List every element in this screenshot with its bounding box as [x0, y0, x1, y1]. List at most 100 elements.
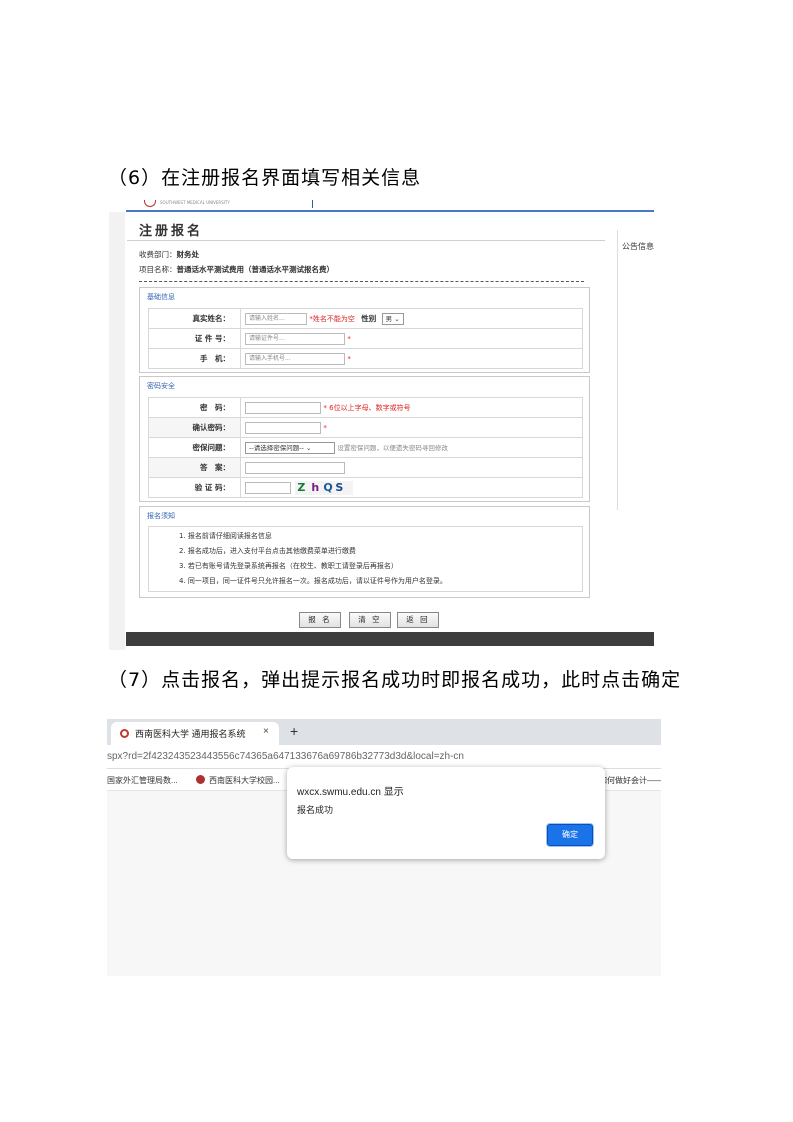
- password-row: 密 码： * 6位以上字母、数字或符号: [148, 397, 583, 418]
- bookmark-item[interactable]: 如何做好会计——...: [599, 775, 661, 786]
- captcha-image[interactable]: Z h Q S: [295, 480, 354, 495]
- confirm-required-mark: *: [323, 423, 327, 432]
- name-hint: *姓名不能为空: [309, 314, 355, 323]
- bookmark-item[interactable]: 国家外汇管理局数...: [107, 775, 178, 786]
- announcement-panel: 公告信息: [617, 230, 654, 510]
- captcha-label: 验 证 码：: [148, 477, 241, 498]
- tab-strip: 西南医科大学 通用报名系统 × +: [107, 719, 661, 745]
- site-header: SOUTHWEST MEDICAL UNIVERSITY: [126, 200, 654, 210]
- confirm-cell: *: [240, 417, 583, 438]
- name-input[interactable]: 请输入姓名...: [245, 312, 307, 325]
- notice-item: 2. 报名成功后，进入支付平台点击其他缴费菜单进行缴费: [179, 547, 356, 555]
- phone-required-mark: *: [347, 354, 351, 363]
- tab-title: 西南医科大学 通用报名系统: [135, 729, 246, 739]
- captcha-char: S: [335, 480, 344, 494]
- browser-screenshot: 西南医科大学 通用报名系统 × + spx?rd=2f4232435234435…: [107, 719, 661, 976]
- basic-info-legend: 基础信息: [147, 293, 175, 301]
- confirm-row: 确认密码： *: [148, 417, 583, 438]
- chevron-down-icon: ⌄: [394, 314, 400, 323]
- dept-label: 收费部门：: [139, 250, 177, 259]
- id-row: 证 件 号： 请输证件号... *: [148, 328, 583, 349]
- alert-dialog: wxcx.swmu.edu.cn 显示 报名成功 确定: [287, 767, 605, 859]
- title-divider: [127, 240, 605, 241]
- registration-screenshot: SOUTHWEST MEDICAL UNIVERSITY 注册报名 公告信息 收…: [109, 200, 654, 662]
- dept-line: 收费部门：财务处: [139, 249, 199, 260]
- project-label: 项目名称：: [139, 265, 177, 274]
- answer-label: 答 案：: [148, 457, 241, 478]
- captcha-input[interactable]: [245, 481, 291, 494]
- security-legend: 密码安全: [147, 382, 175, 390]
- captcha-char: h: [311, 480, 320, 494]
- password-label: 密 码：: [148, 397, 241, 418]
- clear-button[interactable]: 清 空: [349, 612, 391, 628]
- notice-item: 3. 若已有账号请先登录系统再报名（在校生、教职工请登录后再报名）: [179, 562, 398, 570]
- answer-row: 答 案：: [148, 457, 583, 478]
- step7-heading: （7）点击报名，弹出提示报名成功时即报名成功，此时点击确定: [108, 669, 682, 691]
- captcha-cell: Z h Q S: [240, 477, 583, 498]
- gender-value: 男: [385, 314, 393, 323]
- basic-info-section: 基础信息 真实姓名： 请输入姓名... *姓名不能为空 性别 男 ⌄ 证 件 号…: [139, 287, 590, 373]
- dialog-title: wxcx.swmu.edu.cn 显示: [297, 787, 404, 798]
- id-cell: 请输证件号... *: [240, 328, 583, 349]
- question-value: --请选择密保问题--: [249, 443, 304, 452]
- password-cell: * 6位以上字母、数字或符号: [240, 397, 583, 418]
- university-bookmark-icon: [196, 775, 205, 784]
- step6-heading: （6）在注册报名界面填写相关信息: [108, 167, 422, 189]
- back-button[interactable]: 返 回: [397, 612, 439, 628]
- phone-input[interactable]: 请输入手机号...: [245, 352, 345, 365]
- gender-select[interactable]: 男 ⌄: [381, 312, 404, 325]
- dialog-message: 报名成功: [297, 805, 334, 815]
- address-bar[interactable]: spx?rd=2f423243523443556c74365a647133676…: [107, 745, 661, 769]
- question-hint: 设置密保问题，以便遗失密码寻回修改: [337, 443, 448, 452]
- answer-input[interactable]: [245, 461, 345, 474]
- new-tab-icon[interactable]: +: [290, 723, 298, 739]
- header-rule: [126, 210, 654, 212]
- name-label: 真实姓名：: [148, 308, 241, 329]
- submit-button[interactable]: 报 名: [299, 612, 341, 628]
- notice-item: 4. 同一项目，同一证件号只允许报名一次。报名成功后，请以证件号作为用户名登录。: [179, 577, 447, 585]
- confirm-password-input[interactable]: [245, 421, 321, 434]
- security-question-select[interactable]: --请选择密保问题-- ⌄: [245, 441, 335, 454]
- url-text: spx?rd=2f423243523443556c74365a647133676…: [107, 751, 464, 762]
- name-cell: 请输入姓名... *姓名不能为空 性别 男 ⌄: [240, 308, 583, 329]
- password-hint-text: * 6位以上字母、数字或符号: [323, 403, 411, 412]
- logo-text: SOUTHWEST MEDICAL UNIVERSITY: [160, 200, 230, 205]
- notice-legend: 报名须知: [147, 512, 175, 520]
- answer-cell: [240, 457, 583, 478]
- bookmark-item[interactable]: 西南医科大学校园...: [209, 775, 280, 786]
- id-required-mark: *: [347, 334, 351, 343]
- question-cell: --请选择密保问题-- ⌄ 设置密保问题，以便遗失密码寻回修改: [240, 437, 583, 458]
- left-margin-strip: [109, 212, 125, 650]
- password-input[interactable]: [245, 401, 321, 414]
- page-title: 注册报名: [139, 224, 204, 239]
- phone-cell: 请输入手机号... *: [240, 348, 583, 369]
- ok-button[interactable]: 确定: [547, 824, 593, 846]
- close-icon[interactable]: ×: [263, 726, 269, 737]
- confirm-label: 确认密码：: [148, 417, 241, 438]
- notice-list: 1. 报名前请仔细阅读报名信息 2. 报名成功后，进入支付平台点击其他缴费菜单进…: [148, 526, 583, 592]
- dept-value: 财务处: [176, 250, 200, 259]
- browser-tab[interactable]: 西南医科大学 通用报名系统 ×: [111, 722, 279, 745]
- notice-section: 报名须知 1. 报名前请仔细阅读报名信息 2. 报名成功后，进入支付平台点击其他…: [139, 506, 590, 598]
- notice-item: 1. 报名前请仔细阅读报名信息: [179, 532, 272, 540]
- question-row: 密保问题： --请选择密保问题-- ⌄ 设置密保问题，以便遗失密码寻回修改: [148, 437, 583, 458]
- security-section: 密码安全 密 码： * 6位以上字母、数字或符号 确认密码： * 密保问题： -…: [139, 376, 590, 502]
- university-favicon-icon: [120, 729, 129, 738]
- gender-label: 性别: [361, 313, 377, 323]
- captcha-char: Q: [323, 480, 333, 494]
- captcha-char: Z: [297, 480, 306, 494]
- password-hint: * 6位以上字母、数字或符号: [323, 404, 410, 412]
- id-input[interactable]: 请输证件号...: [245, 332, 345, 345]
- name-row: 真实姓名： 请输入姓名... *姓名不能为空 性别 男 ⌄: [148, 308, 583, 329]
- chevron-down-icon: ⌄: [305, 443, 312, 452]
- footer-bar: [126, 632, 654, 646]
- project-value: 普通话水平测试费用（普通话水平测试报名费）: [176, 265, 335, 274]
- university-logo-icon: [144, 200, 156, 207]
- security-table: 密 码： * 6位以上字母、数字或符号 确认密码： * 密保问题： --请选择密…: [148, 397, 583, 498]
- question-label: 密保问题：: [148, 437, 241, 458]
- captcha-row: 验 证 码： Z h Q S: [148, 477, 583, 498]
- header-divider: [312, 200, 313, 208]
- id-label: 证 件 号：: [148, 328, 241, 349]
- phone-label: 手 机：: [148, 348, 241, 369]
- phone-row: 手 机： 请输入手机号... *: [148, 348, 583, 369]
